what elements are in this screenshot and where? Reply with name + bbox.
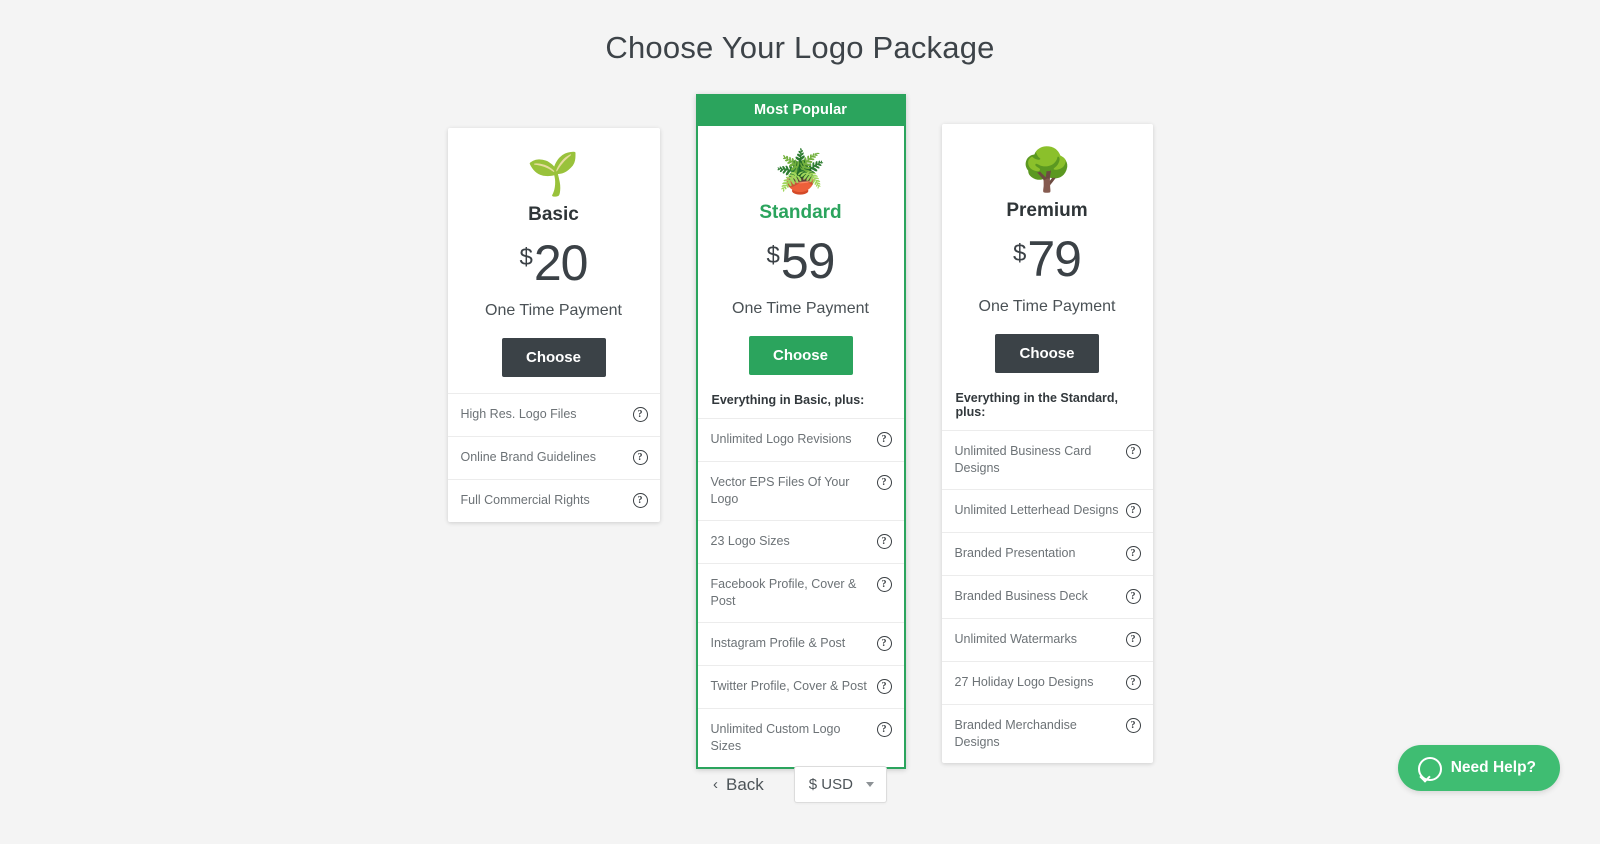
currency-select[interactable]: $ USD xyxy=(793,766,887,803)
plan-name-standard: Standard xyxy=(759,202,842,223)
help-icon[interactable]: ? xyxy=(1125,718,1141,733)
help-icon[interactable]: ? xyxy=(632,493,648,508)
list-item: 27 Holiday Logo Designs ? xyxy=(941,661,1153,704)
list-item: Twitter Profile, Cover & Post ? xyxy=(697,665,904,708)
back-button[interactable]: ‹ Back xyxy=(713,775,764,795)
currency-symbol: $ xyxy=(1013,240,1027,267)
currency-symbol: $ xyxy=(519,244,533,271)
list-item: Unlimited Logo Revisions ? xyxy=(697,418,904,461)
feature-label: Twitter Profile, Cover & Post xyxy=(710,679,867,693)
plan-header-standard: 🪴 Standard $ 59 One Time Payment Choose xyxy=(698,126,904,375)
feature-label: Unlimited Letterhead Designs xyxy=(954,503,1119,517)
help-icon[interactable]: ? xyxy=(1125,546,1141,561)
plan-price-premium: $ 79 xyxy=(956,234,1139,284)
list-item: Instagram Profile & Post ? xyxy=(697,622,904,665)
feature-label: High Res. Logo Files xyxy=(460,407,577,421)
help-icon[interactable]: ? xyxy=(876,636,892,651)
help-icon[interactable]: ? xyxy=(1125,675,1141,690)
help-icon[interactable]: ? xyxy=(876,475,892,490)
plan-header-premium: 🌳 Premium $ 79 One Time Payment Choose xyxy=(942,124,1153,373)
feature-label: Vector EPS Files Of Your Logo xyxy=(710,475,850,506)
feature-label: Facebook Profile, Cover & Post xyxy=(710,577,857,608)
plus-line-premium: Everything in the Standard, plus: xyxy=(955,391,1119,419)
feature-label: Branded Business Deck xyxy=(954,589,1088,603)
feature-list-premium: Unlimited Business Card Designs ? Unlimi… xyxy=(941,430,1153,763)
plan-card-premium[interactable]: 🌳 Premium $ 79 One Time Payment Choose E… xyxy=(941,124,1153,763)
price-amount: 59 xyxy=(780,233,836,289)
help-icon[interactable]: ? xyxy=(1125,444,1141,459)
plan-name-basic: Basic xyxy=(528,204,579,225)
list-item: Vector EPS Files Of Your Logo ? xyxy=(697,461,904,520)
chevron-down-icon xyxy=(865,782,874,787)
choose-button-basic[interactable]: Choose xyxy=(501,338,606,377)
help-icon[interactable]: ? xyxy=(876,577,892,592)
seedling-icon: 🌱 xyxy=(527,150,580,197)
help-icon[interactable]: ? xyxy=(876,432,892,447)
help-icon[interactable]: ? xyxy=(876,534,892,549)
plan-price-basic: $ 20 xyxy=(462,238,646,288)
list-item: Facebook Profile, Cover & Post ? xyxy=(697,563,904,622)
most-popular-badge: Most Popular xyxy=(695,94,906,126)
currency-symbol: $ xyxy=(766,242,780,269)
help-icon[interactable]: ? xyxy=(632,450,648,465)
feature-label: Online Brand Guidelines xyxy=(460,450,597,464)
tree-icon: 🌳 xyxy=(1020,146,1074,193)
plan-card-basic[interactable]: 🌱 Basic $ 20 One Time Payment Choose Hig… xyxy=(447,128,660,522)
list-item: Branded Merchandise Designs ? xyxy=(941,704,1153,763)
help-icon[interactable]: ? xyxy=(1125,632,1141,647)
feature-label: Branded Presentation xyxy=(954,546,1076,560)
feature-label: Unlimited Business Card Designs xyxy=(954,444,1092,475)
feature-label: Branded Merchandise Designs xyxy=(954,718,1077,749)
plus-line-standard: Everything in Basic, plus: xyxy=(711,393,865,407)
plan-name-premium: Premium xyxy=(1006,200,1088,221)
feature-label: Full Commercial Rights xyxy=(460,493,590,507)
payment-note-basic: One Time Payment xyxy=(485,302,622,319)
plan-card-standard-body: 🪴 Standard $ 59 One Time Payment Choose … xyxy=(695,126,906,769)
chevron-left-icon: ‹ xyxy=(713,776,718,793)
currency-selected-value: $ USD xyxy=(808,776,853,793)
pricing-cards: 🌱 Basic $ 20 One Time Payment Choose Hig… xyxy=(0,94,1600,769)
list-item: High Res. Logo Files ? xyxy=(447,393,660,436)
help-icon[interactable]: ? xyxy=(876,679,892,694)
choose-button-premium[interactable]: Choose xyxy=(995,334,1099,373)
price-amount: 20 xyxy=(533,235,589,291)
payment-note-premium: One Time Payment xyxy=(978,298,1116,315)
list-item: Unlimited Custom Logo Sizes ? xyxy=(697,708,904,767)
choose-button-standard[interactable]: Choose xyxy=(748,336,853,375)
payment-note-standard: One Time Payment xyxy=(732,300,869,317)
price-amount: 79 xyxy=(1027,231,1082,287)
list-item: Unlimited Business Card Designs ? xyxy=(941,430,1153,489)
list-item: Branded Presentation ? xyxy=(941,532,1153,575)
help-icon[interactable]: ? xyxy=(1125,589,1141,604)
chat-bubble-icon xyxy=(1417,757,1442,781)
need-help-button[interactable]: Need Help? xyxy=(1397,745,1560,791)
back-label: Back xyxy=(726,774,764,794)
help-icon[interactable]: ? xyxy=(876,722,892,737)
list-item: Branded Business Deck ? xyxy=(941,575,1153,618)
footer-controls: ‹ Back $ USD xyxy=(0,766,1600,803)
need-help-label: Need Help? xyxy=(1450,759,1536,776)
feature-label: Unlimited Logo Revisions xyxy=(710,432,852,446)
list-item: Unlimited Letterhead Designs ? xyxy=(941,489,1153,532)
feature-label: Unlimited Watermarks xyxy=(954,632,1077,646)
feature-list-standard: Unlimited Logo Revisions ? Vector EPS Fi… xyxy=(697,418,904,767)
list-item: Unlimited Watermarks ? xyxy=(941,618,1153,661)
feature-list-basic: High Res. Logo Files ? Online Brand Guid… xyxy=(447,393,660,522)
feature-label: Unlimited Custom Logo Sizes xyxy=(710,722,841,753)
feature-label: 23 Logo Sizes xyxy=(710,534,790,548)
page-title: Choose Your Logo Package xyxy=(605,30,995,65)
pricing-page: Choose Your Logo Package 🌱 Basic $ 20 On… xyxy=(0,0,1600,844)
help-icon[interactable]: ? xyxy=(632,407,648,422)
help-icon[interactable]: ? xyxy=(1125,503,1141,518)
plan-header-basic: 🌱 Basic $ 20 One Time Payment Choose xyxy=(448,128,660,377)
plan-card-standard[interactable]: Most Popular 🪴 Standard $ 59 One Time Pa… xyxy=(695,94,906,769)
plan-price-standard: $ 59 xyxy=(712,236,890,286)
potted-plant-icon: 🪴 xyxy=(774,148,827,195)
feature-label: 27 Holiday Logo Designs xyxy=(954,675,1094,689)
list-item: Online Brand Guidelines ? xyxy=(447,436,660,479)
list-item: Full Commercial Rights ? xyxy=(447,479,660,522)
feature-label: Instagram Profile & Post xyxy=(710,636,846,650)
list-item: 23 Logo Sizes ? xyxy=(697,520,904,563)
